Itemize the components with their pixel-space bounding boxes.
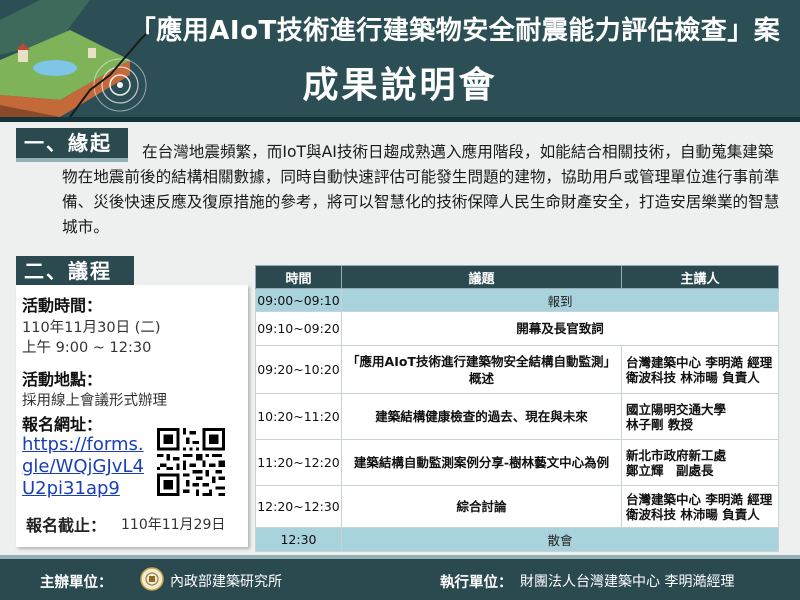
row-speaker: 新北市政府新工處 鄭立輝 副處長: [621, 439, 779, 486]
executor-name: 財團法人台灣建築中心 李明澔經理: [520, 574, 735, 590]
row-topic: 開幕及長官致詞: [341, 311, 779, 346]
row-topic: 建築結構自動監測案例分享-樹林藝文中心為例: [341, 439, 622, 486]
background-text: 在台灣地震頻繁，而IoT與AI技術日趨成熟邁入應用階段，如能結合相關技術，自動蒐…: [62, 143, 780, 236]
event-date: 110年11月30日 (二): [22, 320, 161, 336]
background-paragraph: 在台灣地震頻繁，而IoT與AI技術日趨成熟邁入應用階段，如能結合相關技術，自動蒐…: [62, 140, 784, 240]
table-row: 09:10~09:20 開幕及長官致詞: [255, 311, 779, 346]
row-time: 09:00~09:10: [255, 288, 342, 312]
row-speaker: 台灣建築中心 李明澔 經理 衛波科技 林沛暘 負責人: [621, 345, 779, 394]
deadline-label: 報名截止：: [26, 516, 107, 535]
row-time: 10:20~11:20: [255, 393, 342, 440]
row-topic: 建築結構健康檢查的過去、現在與未來: [341, 393, 622, 440]
agenda-header-row: 時間 議題 主講人: [255, 265, 779, 289]
row-time: 11:20~12:20: [255, 439, 342, 486]
government-seal-icon: [140, 567, 164, 591]
footer-bar: 主辦單位： 內政部建築研究所 執行單位： 財團法人台灣建築中心 李明澔經理: [0, 559, 800, 600]
event-time-label: 活動時間：: [22, 296, 103, 315]
registration-url-label: 報名網址：: [22, 415, 103, 434]
registration-link[interactable]: https://forms.gle/WQjGJvL4U2pi31ap9: [22, 434, 154, 500]
row-topic: 綜合討論: [341, 485, 622, 528]
event-subtitle: 成果說明會: [302, 65, 498, 106]
section-heading-agenda: 二、議程: [16, 256, 134, 290]
row-topic: 散會: [341, 527, 779, 552]
row-time: 09:10~09:20: [255, 311, 342, 346]
row-topic: 報到: [341, 288, 779, 312]
row-speaker: 國立陽明交通大學 林子剛 教授: [621, 393, 779, 440]
header-divider: [0, 117, 800, 122]
header-banner: 「應用AIoT技術進行建築物安全耐震能力評估檢查」案 成果說明會: [0, 0, 800, 117]
table-row: 09:20~10:20 「應用AIoT技術進行建築物安全結構自動監測」概述 台灣…: [255, 345, 779, 394]
executor-label: 執行單位：: [440, 575, 513, 591]
table-row: 09:00~09:10 報到: [255, 288, 779, 312]
qr-code[interactable]: [157, 428, 225, 496]
table-row: 10:20~11:20 建築結構健康檢查的過去、現在與未來 國立陽明交通大學 林…: [255, 393, 779, 440]
organizer-name: 內政部建築研究所: [170, 574, 282, 590]
row-time: 12:30: [255, 527, 342, 552]
table-row: 12:20~12:30 綜合討論 台灣建築中心 李明澔 經理 衛波科技 林沛暘 …: [255, 485, 779, 528]
deadline-value: 110年11月29日: [121, 517, 226, 533]
event-time: 上午 9:00 ~ 12:30: [22, 340, 152, 356]
organizer-label: 主辦單位：: [40, 575, 113, 591]
venue-label: 活動地點：: [22, 370, 103, 389]
venue-value: 採用線上會議形式辦理: [22, 393, 167, 409]
column-header-topic: 議題: [341, 265, 622, 289]
row-time: 12:20~12:30: [255, 485, 342, 528]
row-topic: 「應用AIoT技術進行建築物安全結構自動監測」概述: [341, 345, 622, 394]
section2-heading: 二、議程: [24, 259, 112, 283]
row-speaker: 台灣建築中心 李明澔 經理 衛波科技 林沛暘 負責人: [621, 485, 779, 528]
agenda-table: 時間 議題 主講人 09:00~09:10 報到 09:10~09:20 開幕及…: [255, 265, 779, 552]
column-header-time: 時間: [255, 265, 342, 289]
table-row: 12:30 散會: [255, 527, 779, 552]
table-row: 11:20~12:20 建築結構自動監測案例分享-樹林藝文中心為例 新北市政府新…: [255, 439, 779, 486]
event-title: 「應用AIoT技術進行建築物安全耐震能力評估檢查」案: [129, 16, 781, 46]
row-time: 09:20~10:20: [255, 345, 342, 394]
column-header-speaker: 主講人: [621, 265, 779, 289]
